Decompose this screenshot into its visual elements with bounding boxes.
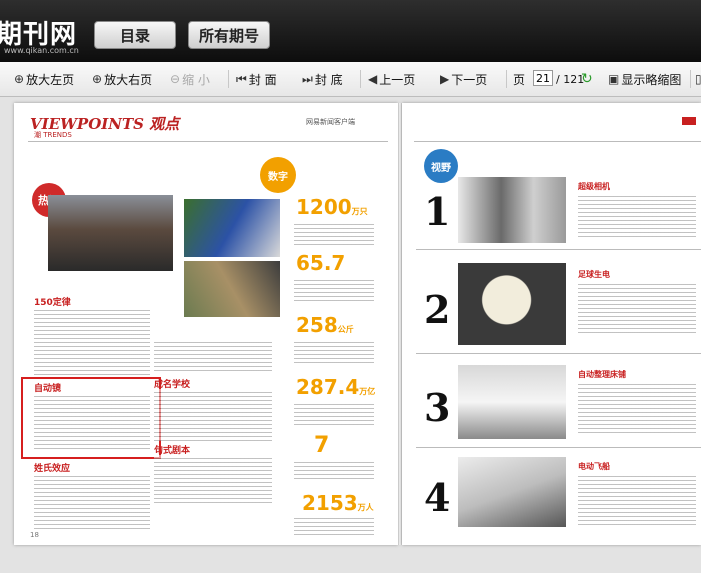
toolbar-divider	[228, 70, 229, 88]
stat-text	[294, 339, 374, 363]
magazine-viewer[interactable]: VIEWPOINTS 观点 潮 TRENDS 网易新闻客户端 热词 150定律 …	[0, 97, 701, 573]
zoom-out-icon: ⊖	[170, 72, 181, 86]
last-page-icon: ⏭	[302, 71, 313, 86]
thumbnails-icon: ▣	[608, 72, 620, 86]
next-page-button[interactable]: ▶ 下一页	[440, 68, 487, 90]
stat-text	[294, 277, 374, 301]
page-total: / 121	[556, 72, 585, 86]
article-text	[34, 307, 150, 375]
item-divider	[416, 353, 701, 354]
prev-page-button[interactable]: ◀ 上一页	[368, 68, 415, 90]
vision-badge: 视野	[424, 149, 458, 183]
trends-label: 潮 TRENDS	[34, 131, 72, 139]
toolbar-divider	[506, 70, 507, 88]
shrink-button[interactable]: ⊖ 缩 小	[170, 68, 210, 90]
zoom-in-icon: ⊕	[14, 72, 25, 86]
item-title: 自动整理床铺	[578, 370, 626, 379]
page-number: 18	[30, 531, 39, 539]
article-text	[34, 393, 150, 451]
next-arrow-icon: ▶	[440, 72, 450, 86]
item-title: 超级相机	[578, 182, 610, 191]
stat-text	[294, 221, 374, 247]
item-title: 电动飞船	[578, 462, 610, 471]
zoom-right-button[interactable]: ⊕ 放大右页	[92, 68, 152, 90]
item-number: 4	[424, 475, 451, 520]
right-page[interactable]: 视野 1 超级相机 2 足球生电 3 自动整理床铺 4 电动飞船	[402, 103, 701, 545]
item-text	[578, 193, 696, 239]
item-divider	[416, 249, 701, 250]
zoom-in-icon: ⊕	[92, 72, 103, 86]
go-refresh-icon[interactable]: ↻	[581, 68, 593, 90]
item-text	[578, 381, 696, 435]
page-number-input[interactable]: 21	[533, 70, 553, 86]
soccer-ball-photo	[458, 263, 566, 345]
article-text	[154, 389, 272, 441]
show-thumbnails-button[interactable]: ▣ 显示略缩图	[608, 68, 681, 90]
stat-number: 1200万只	[296, 195, 368, 219]
item-number: 3	[424, 385, 451, 430]
football-photo	[184, 199, 280, 257]
zoom-left-button[interactable]: ⊕ 放大左页	[14, 68, 74, 90]
page-label: 页	[513, 72, 526, 87]
stat-text	[294, 401, 374, 425]
more-icon[interactable]: ▯	[695, 68, 701, 90]
cover-button[interactable]: ⏮ 封 面	[236, 68, 277, 90]
article-text	[154, 339, 272, 373]
stat-number: 7	[314, 433, 330, 458]
toolbar-divider	[690, 70, 691, 88]
item-title: 足球生电	[578, 270, 610, 279]
stat-text	[294, 459, 374, 481]
item-number: 2	[424, 287, 451, 332]
reader-toolbar: ⊕ 放大左页 ⊕ 放大右页 ⊖ 缩 小 ⏮ 封 面 ⏭ 封 底 ◀ 上一页 ▶ 下一页 页 2…	[0, 62, 701, 97]
all-issues-button[interactable]: 所有期号	[188, 21, 270, 49]
numbers-badge: 数字	[260, 157, 296, 193]
bed-photo	[458, 365, 566, 439]
article-text	[34, 473, 150, 529]
site-header: 期刊网 www.qikan.com.cn 目录 所有期号	[0, 0, 701, 62]
first-page-icon: ⏮	[236, 71, 247, 86]
catalog-button[interactable]: 目录	[94, 21, 176, 49]
back-cover-button[interactable]: ⏭ 封 底	[302, 68, 343, 90]
rule-line	[28, 141, 388, 142]
item-divider	[416, 447, 701, 448]
toolbar-divider	[360, 70, 361, 88]
left-page[interactable]: VIEWPOINTS 观点 潮 TRENDS 网易新闻客户端 热词 150定律 …	[14, 103, 398, 545]
super-camera-photo	[458, 177, 566, 243]
item-number: 1	[424, 189, 451, 234]
partner-logo: 网易新闻客户端	[306, 118, 355, 126]
stat-text	[294, 515, 374, 535]
article-text	[154, 455, 272, 505]
item-text	[578, 281, 696, 335]
rule-line	[414, 141, 701, 142]
stat-number: 287.4万亿	[296, 375, 376, 399]
stat-number: 65.7	[296, 251, 346, 275]
crowd-photo	[184, 261, 280, 317]
group-photo	[48, 195, 173, 271]
airship-photo	[458, 457, 566, 527]
stat-number: 258公斤	[296, 313, 354, 337]
site-url: www.qikan.com.cn	[4, 46, 79, 55]
stat-number: 2153万人	[302, 491, 374, 515]
item-text	[578, 473, 696, 527]
prev-arrow-icon: ◀	[368, 72, 378, 86]
partner-logo-mark	[682, 117, 696, 125]
